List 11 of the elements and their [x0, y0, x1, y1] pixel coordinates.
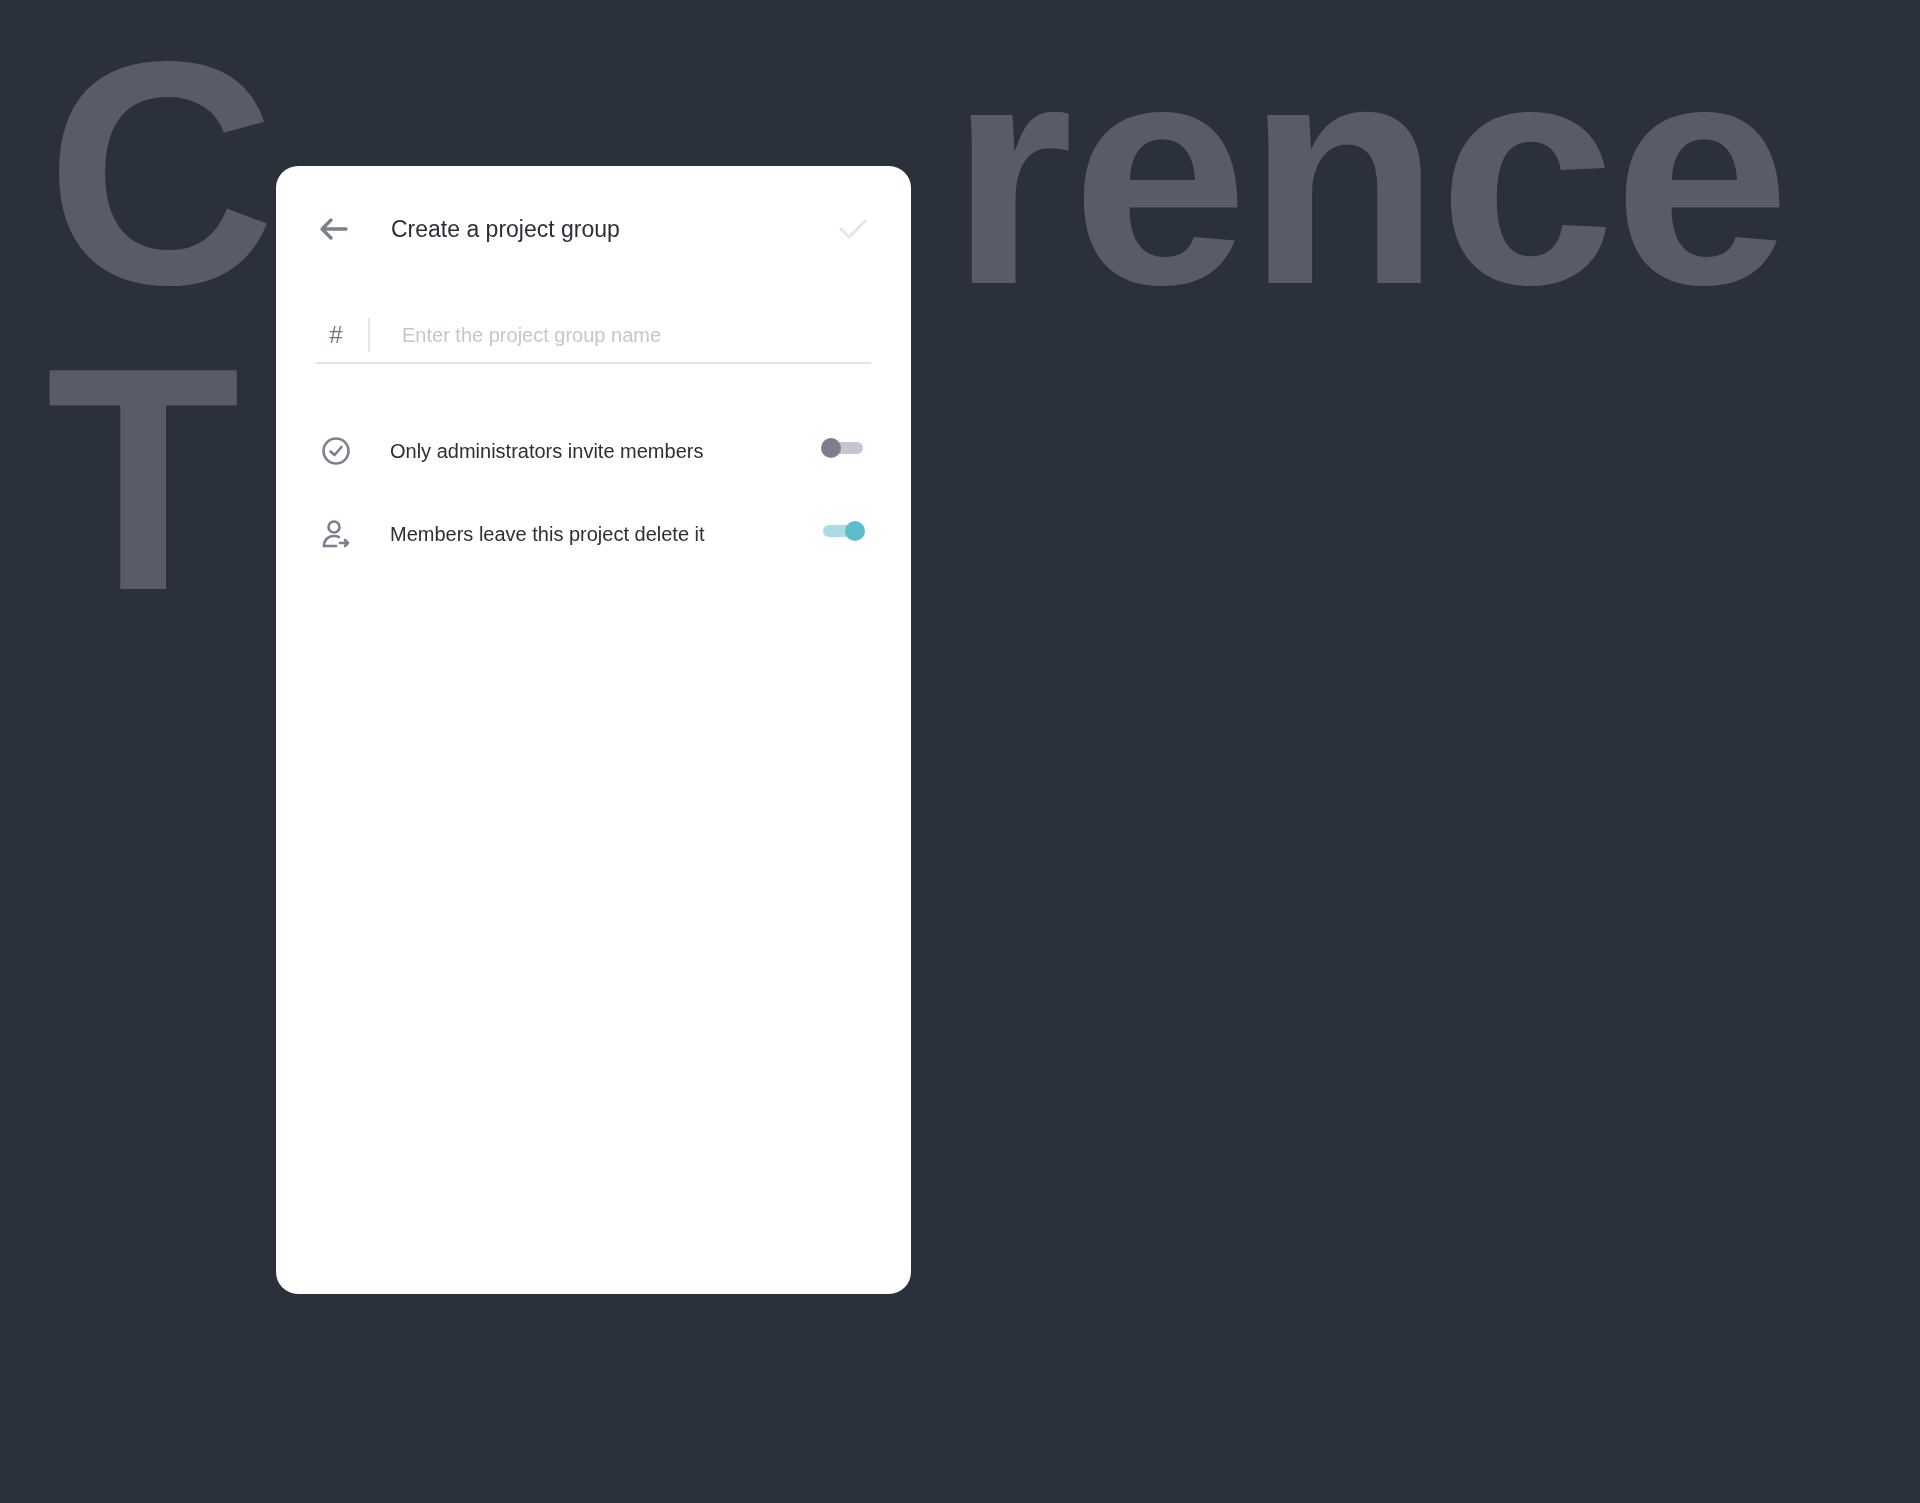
back-arrow-icon — [319, 217, 349, 241]
dialog-title: Create a project group — [391, 214, 620, 244]
toggle-switch[interactable] — [821, 520, 865, 541]
option-label: Only administrators invite members — [390, 439, 704, 464]
hash-prefix: # — [328, 320, 344, 350]
check-circle-icon — [321, 436, 351, 466]
checkmark-icon — [838, 218, 868, 240]
name-input[interactable]: Enter the project group name — [402, 320, 871, 350]
option-label: Members leave this project delete it — [390, 522, 705, 547]
user-arrow-icon — [321, 519, 351, 549]
toggle-switch[interactable] — [821, 437, 865, 458]
